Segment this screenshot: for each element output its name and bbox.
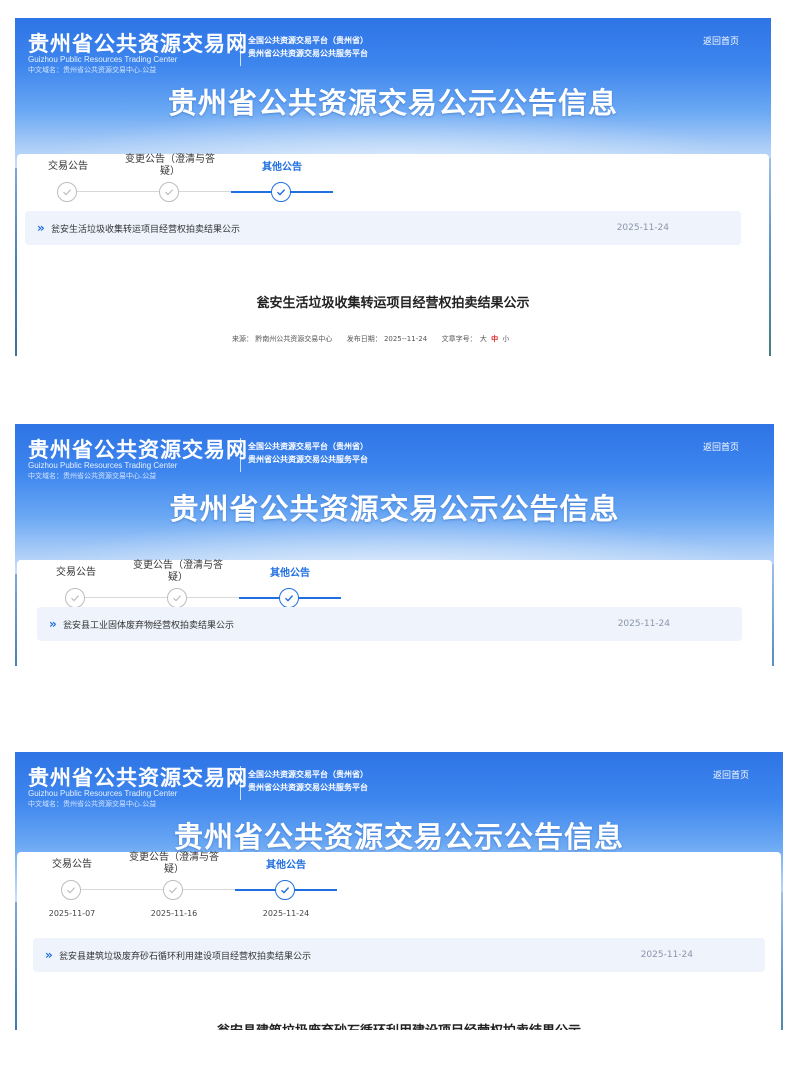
notice-list-item[interactable]: » 瓮安生活垃圾收集转运项目经营权拍卖结果公示 2025-11-24 <box>25 211 741 245</box>
step-label: 交易公告 <box>56 567 96 578</box>
publish-date-label: 发布日期： <box>346 335 382 343</box>
notice-date: 2025-11-24 <box>617 619 670 629</box>
step-change-announcement[interactable]: 变更公告（澄清与答疑） 2025-11-11 <box>119 154 221 220</box>
check-circle-icon <box>275 880 295 900</box>
step-connector <box>71 889 173 890</box>
step-label: 其他公告 <box>270 568 310 579</box>
header-divider <box>240 438 241 472</box>
step-date: 2025-11-16 <box>150 909 198 918</box>
content-card: 交易公告 2025-11-07 变更公告（澄清与答疑） 2025-11-16 其… <box>17 852 781 1030</box>
double-chevron-right-icon: » <box>37 221 45 235</box>
step-other-announcement[interactable]: 其他公告 2025-11-24 <box>231 154 333 220</box>
double-chevron-right-icon: » <box>45 948 53 962</box>
notice-title[interactable]: 瓮安生活垃圾收集转运项目经营权拍卖结果公示 <box>51 222 617 235</box>
font-size-large-button[interactable]: 大 <box>479 334 488 344</box>
publish-date-value: 2025--11-24 <box>383 335 428 343</box>
step-label: 变更公告（澄清与答疑） <box>133 560 223 583</box>
step-change-announcement[interactable]: 变更公告（澄清与答疑） 2025-11-10 <box>127 560 229 626</box>
notice-date: 2025-11-24 <box>640 950 693 960</box>
step-label: 交易公告 <box>52 859 92 870</box>
site-domain-text: 中文域名：贵州省公共资源交易中心.公益 <box>28 472 157 480</box>
double-chevron-right-icon: » <box>49 617 57 631</box>
font-size-medium-button[interactable]: 中 <box>490 334 499 344</box>
site-logo-title[interactable]: 贵州省公共资源交易网 <box>28 28 248 58</box>
step-trade-announcement[interactable]: 交易公告 2025-11-07 <box>17 154 119 220</box>
announcement-steps: 交易公告 2025-11-07 变更公告（澄清与答疑） 2025-11-16 其… <box>21 852 361 932</box>
step-other-announcement[interactable]: 其他公告 2025-11-24 <box>235 852 337 918</box>
page-heading: 贵州省公共资源交易公示公告信息 <box>169 492 620 526</box>
step-date: 2025-11-24 <box>262 909 310 918</box>
platform-name-national: 全国公共资源交易平台（贵州省） <box>248 770 368 779</box>
check-circle-icon <box>57 182 77 202</box>
check-circle-icon <box>279 588 299 608</box>
check-circle-icon <box>159 182 179 202</box>
font-size-label: 文章字号： <box>441 335 477 343</box>
check-circle-icon <box>61 880 81 900</box>
content-card: 交易公告 2025-11-07 变更公告（澄清与答疑） 2025-11-11 其… <box>17 154 769 356</box>
page-heading: 贵州省公共资源交易公示公告信息 <box>173 820 624 854</box>
notice-date: 2025-11-24 <box>616 223 669 233</box>
site-logo-english: Guizhou Public Resources Trading Center <box>28 789 178 798</box>
site-logo-english: Guizhou Public Resources Trading Center <box>28 461 178 470</box>
platform-name-provincial: 贵州省公共资源交易公共服务平台 <box>248 455 368 464</box>
site-logo-title[interactable]: 贵州省公共资源交易网 <box>28 434 248 464</box>
step-change-announcement[interactable]: 变更公告（澄清与答疑） 2025-11-16 <box>123 852 225 918</box>
back-home-link[interactable]: 返回首页 <box>703 34 739 47</box>
platform-name-national: 全国公共资源交易平台（贵州省） <box>248 36 368 45</box>
source-label: 来源： <box>232 335 253 343</box>
step-label: 其他公告 <box>262 162 302 173</box>
step-connector <box>67 191 169 192</box>
step-trade-announcement[interactable]: 交易公告 2025-11-07 <box>21 852 123 918</box>
page-heading: 贵州省公共资源交易公示公告信息 <box>167 86 618 120</box>
step-date: 2025-11-07 <box>48 909 96 918</box>
site-logo-title[interactable]: 贵州省公共资源交易网 <box>28 762 248 792</box>
article-meta: 来源： 黔南州公共资源交易中心 发布日期： 2025--11-24 文章字号： … <box>232 334 510 344</box>
step-label: 交易公告 <box>48 161 88 172</box>
check-circle-icon <box>163 880 183 900</box>
article-title: 瓮安县建筑垃圾废弃砂石循环利用建设项目经营权拍卖结果公示 <box>17 1020 781 1030</box>
step-connector <box>75 597 177 598</box>
screenshot-panel-3: 贵州省公共资源交易网 Guizhou Public Resources Trad… <box>15 752 783 1030</box>
step-label: 变更公告（澄清与答疑） <box>129 852 219 875</box>
screenshot-panel-1: 贵州省公共资源交易网 Guizhou Public Resources Trad… <box>15 18 771 356</box>
article-title: 瓮安生活垃圾收集转运项目经营权拍卖结果公示 <box>256 296 530 311</box>
step-trade-announcement[interactable]: 交易公告 2025-11-07 <box>25 560 127 626</box>
check-circle-icon <box>65 588 85 608</box>
notice-list-item[interactable]: » 瓮安县建筑垃圾废弃砂石循环利用建设项目经营权拍卖结果公示 2025-11-2… <box>33 938 765 972</box>
step-label: 变更公告（澄清与答疑） <box>125 154 215 177</box>
site-domain-text: 中文域名：贵州省公共资源交易中心.公益 <box>28 66 157 74</box>
header-divider <box>240 766 241 800</box>
font-size-small-button[interactable]: 小 <box>501 334 510 344</box>
check-circle-icon <box>271 182 291 202</box>
header-divider <box>240 32 241 66</box>
content-card: 交易公告 2025-11-07 变更公告（澄清与答疑） 2025-11-10 其… <box>17 560 772 666</box>
back-home-link[interactable]: 返回首页 <box>703 440 739 453</box>
notice-title[interactable]: 瓮安县建筑垃圾废弃砂石循环利用建设项目经营权拍卖结果公示 <box>59 949 641 962</box>
notice-list-item[interactable]: » 瓮安县工业固体废弃物经营权拍卖结果公示 2025-11-24 <box>37 607 742 641</box>
screenshot-panel-2: 贵州省公共资源交易网 Guizhou Public Resources Trad… <box>15 424 774 666</box>
check-circle-icon <box>167 588 187 608</box>
site-logo-english: Guizhou Public Resources Trading Center <box>28 55 178 64</box>
notice-title[interactable]: 瓮安县工业固体废弃物经营权拍卖结果公示 <box>63 618 618 631</box>
back-home-link[interactable]: 返回首页 <box>713 768 749 781</box>
source-value: 黔南州公共资源交易中心 <box>255 335 333 343</box>
platform-name-provincial: 贵州省公共资源交易公共服务平台 <box>248 783 368 792</box>
step-other-announcement[interactable]: 其他公告 2025-11-24 <box>239 560 341 626</box>
platform-name-national: 全国公共资源交易平台（贵州省） <box>248 442 368 451</box>
site-domain-text: 中文域名：贵州省公共资源交易中心.公益 <box>28 800 157 808</box>
platform-name-provincial: 贵州省公共资源交易公共服务平台 <box>248 49 368 58</box>
step-label: 其他公告 <box>266 860 306 871</box>
